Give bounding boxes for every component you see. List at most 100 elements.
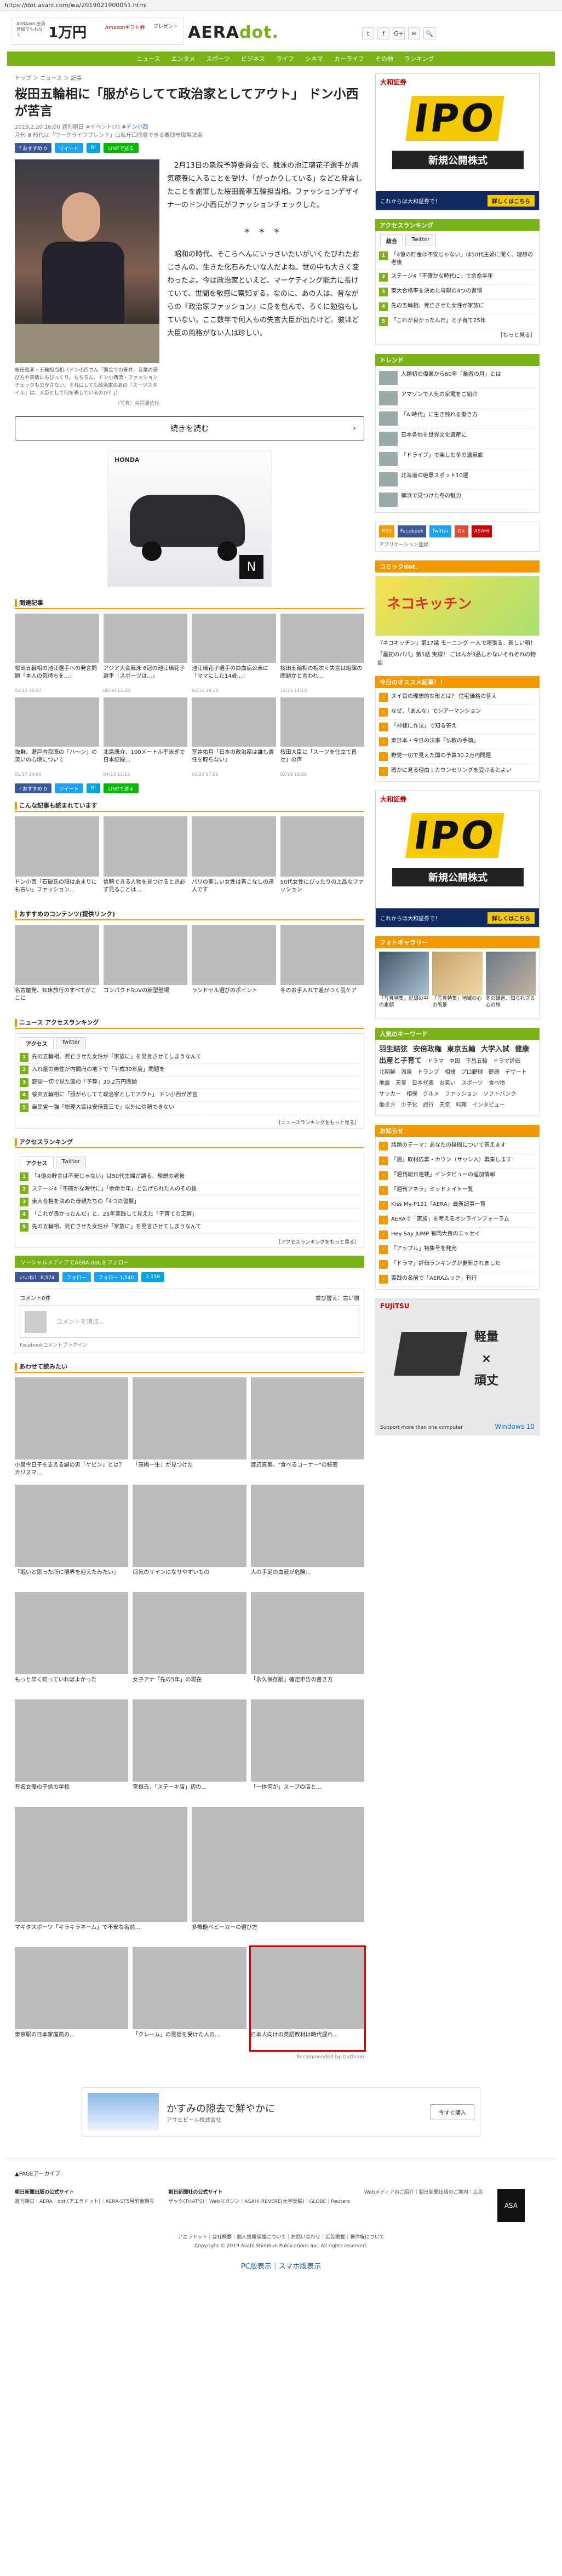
outbrain-item[interactable]: 「眠いと思った所に限界を迎えたみたい」 bbox=[15, 1485, 129, 1588]
sponsored-item[interactable]: コンパクトSUVの新型登場 bbox=[103, 925, 187, 1010]
keyword-link[interactable]: 中国 bbox=[449, 1056, 460, 1067]
tab-twitter[interactable]: Twitter bbox=[405, 234, 436, 247]
outbrain-item[interactable]: もっと早く知っていればよかった bbox=[15, 1592, 129, 1695]
keyword-link[interactable]: 東京五輪 bbox=[447, 1044, 475, 1055]
notice-item[interactable]: › 話題のテーマ：あなたの疑問について答えます bbox=[379, 1139, 536, 1154]
footer-links[interactable]: 週刊朝日｜AERA｜dot.(アエラドット)｜AERA-ST5月前後期号 bbox=[15, 2199, 154, 2206]
trend-item[interactable]: アマゾンで人気の家電をご紹介 bbox=[379, 388, 536, 409]
nav-item[interactable]: ビジネス bbox=[241, 54, 265, 63]
recommend-item[interactable]: › 確かに見る理由 | カウンセリングを受けるとよい bbox=[379, 764, 536, 779]
keyword-link[interactable]: プロ野球 bbox=[461, 1067, 483, 1078]
facebook-icon[interactable]: Facebook bbox=[397, 525, 426, 537]
ranking-item[interactable]: 4 桜田五輪相に「服がらしてて政治家としてアウト」 ドン小西が苦言 bbox=[20, 1089, 359, 1102]
read-more-button[interactable]: 続きを読む › bbox=[15, 416, 364, 440]
twitter-icon[interactable]: Twitter bbox=[429, 525, 452, 537]
related-item[interactable]: 池江璃花子選手の白血病公表に「ママにした14歳...」 02/12 18:20 bbox=[192, 614, 276, 693]
footer-links[interactable]: アエラドット｜会社概要｜個人情報保護について｜お問い合わせ｜広告掲載｜著作権につ… bbox=[15, 2233, 547, 2242]
promo-banner[interactable]: AERAdot.会員登録でもれなく 1万円 Amazonギフト券 プレゼント bbox=[12, 18, 184, 45]
tab-twitter[interactable]: Twitter bbox=[55, 1157, 87, 1169]
ipo-ad[interactable]: 大和証券 IPO 新規公開株式 これからは大和証券で！ 詳しくはこちら bbox=[375, 73, 540, 210]
notice-item[interactable]: › 「週」取材応募・カウン（サッシ入）募集します！ bbox=[379, 1154, 536, 1169]
follow-count-button[interactable]: フォロー 1,540 bbox=[94, 1272, 139, 1282]
hatena-count[interactable]: 2,156 bbox=[141, 1272, 165, 1282]
ranking-more-link[interactable]: ［アクセスランキングをもっと見る］ bbox=[15, 1236, 364, 1247]
laptop-ad[interactable]: FUJITSU 軽量 × 頑丈 Support more than one comp… bbox=[375, 1298, 540, 1435]
recommend-item[interactable]: › なぜ、「あんな」でシアーマンション bbox=[379, 705, 536, 720]
keyword-link[interactable]: スポーツ bbox=[461, 1078, 483, 1089]
notice-item[interactable]: › 「ドラマ」評価ランキングが更新されました bbox=[379, 1257, 536, 1272]
ranking-item[interactable]: 1 先の五輪相、死亡させた女性が「家族に」を発言させてしまうなんて bbox=[20, 1051, 359, 1064]
keyword-link[interactable]: 料理 bbox=[456, 1100, 467, 1111]
keyword-link[interactable]: 大学入試 bbox=[481, 1044, 509, 1055]
asahi-icon[interactable]: ASAHI bbox=[471, 525, 492, 537]
ranking-more-link[interactable]: ［ニュースランキングをもっと見る］ bbox=[15, 1117, 364, 1128]
keyword-link[interactable]: 健康 bbox=[489, 1067, 500, 1078]
outbrain-item[interactable]: 「高嶋一生」が見つけた bbox=[133, 1377, 246, 1480]
notice-item[interactable]: › Kiss My-P121「AERA」最新記事一覧 bbox=[379, 1198, 536, 1213]
article-tag[interactable]: #ドン小西 bbox=[122, 124, 148, 130]
related-item[interactable]: 抜群、瀬戸内寂聴の「ハ～ン」の笑いの心境について 01/17 14:00 bbox=[15, 697, 99, 777]
facebook-share-button[interactable]: f おすすめ 0 bbox=[15, 783, 51, 793]
nav-item[interactable]: ライフ bbox=[276, 54, 294, 63]
keyword-link[interactable]: 旅行 bbox=[423, 1100, 434, 1111]
car-ad[interactable]: HONDA N bbox=[107, 450, 272, 587]
ranking-item[interactable]: 5 先の五輪相、死亡させた女性が「家族に」を発言させてしまうなんて bbox=[20, 1221, 359, 1234]
line-button[interactable]: LINEで送る bbox=[104, 783, 139, 793]
comic-banner[interactable]: ネコキッチン bbox=[375, 576, 540, 636]
comic-item[interactable]: 「最初のパパ」第5話 実録！ ごはんが3品しかないそれぞれの物語 bbox=[375, 651, 540, 667]
ranking-item[interactable]: 2 入れ墨の男性が内閣府の地下で「平成30年度」問題を bbox=[20, 1064, 359, 1077]
ranking-item[interactable]: 5 自民党一強「総理大臣は安倍晋三で」以外に信頼できない bbox=[20, 1102, 359, 1114]
ranking-item[interactable]: 2 ステージ4「不確かな時代に」で余命半年 bbox=[379, 270, 536, 285]
comic-item[interactable]: 『ネコキッチン』第17話 モーニング 一人で頑張る、新しい朝！ bbox=[375, 639, 540, 648]
pc-sp-switch[interactable]: PC版表示｜スマホ版表示 bbox=[15, 2260, 547, 2271]
footer-links[interactable]: ザッツ(THAT'S)｜Webマガジン｜ASAHI REVERE(大学受験)｜G… bbox=[168, 2199, 349, 2206]
hatena-button[interactable]: B! bbox=[86, 143, 101, 153]
related-item[interactable]: 北島康介、100メートル平泳ぎで日本記録... 04/13 11:12 bbox=[103, 697, 187, 777]
ranking-item[interactable]: 2 ステージ4「不確かな時代に」「余命半年」と告げられた人のその後 bbox=[20, 1183, 359, 1196]
comment-plugin-label[interactable]: Facebookコメントプラグイン bbox=[20, 1341, 359, 1348]
nav-item[interactable]: ニュース bbox=[136, 54, 160, 63]
keyword-link[interactable]: お笑い bbox=[439, 1078, 456, 1089]
trend-item[interactable]: 「ドライブ」で楽しむ冬の温泉旅 bbox=[379, 449, 536, 470]
trend-item[interactable]: 人類初の偉業から60年「業者の月」とは bbox=[379, 368, 536, 388]
outbrain-item[interactable]: マキタスポーツ「キラキラネーム」で不安な名前... bbox=[15, 1807, 187, 1943]
tab-access[interactable]: アクセス bbox=[20, 1157, 54, 1169]
tweet-button[interactable]: ツイート bbox=[54, 783, 83, 793]
ranking-item[interactable]: 4 先の五輪相、死亡させた女性が家族に bbox=[379, 300, 536, 314]
nav-item[interactable]: エンタメ bbox=[171, 54, 195, 63]
keyword-link[interactable]: 食べ物 bbox=[489, 1078, 505, 1089]
outbrain-item[interactable]: 人の手足の血液が危険... bbox=[250, 1485, 364, 1588]
outbrain-item[interactable]: 多機能ベビーカーの選び方 bbox=[192, 1807, 364, 1943]
breadcrumb[interactable]: トップ ＞ ニュース ＞ 記事 bbox=[15, 73, 364, 82]
nav-item[interactable]: ランキング bbox=[404, 54, 434, 63]
notice-item[interactable]: › 「週刊朝日連載」インタビューの追加情報 bbox=[379, 1169, 536, 1183]
keyword-link[interactable]: 相撲 bbox=[445, 1067, 456, 1078]
nav-item[interactable]: シネマ bbox=[305, 54, 323, 63]
comment-input[interactable]: コメントを追加... bbox=[20, 1305, 359, 1338]
keyword-link[interactable]: 出産と子育て bbox=[379, 1056, 422, 1067]
sponsored-item[interactable]: 冬のお手入れで差がつく肌ケア bbox=[280, 925, 364, 1010]
keyword-link[interactable]: 北朝鮮 bbox=[379, 1067, 395, 1078]
keyword-link[interactable]: 働き方 bbox=[379, 1100, 395, 1111]
nav-item[interactable]: カーライフ bbox=[334, 54, 364, 63]
keyword-link[interactable]: 天気 bbox=[439, 1100, 450, 1111]
notice-item[interactable]: › Hey Say JUMP 有岡大貴のエッセイ bbox=[379, 1228, 536, 1243]
keyword-link[interactable]: 安倍政権 bbox=[413, 1044, 441, 1055]
tab-access[interactable]: アクセス bbox=[20, 1037, 54, 1049]
ranking-item[interactable]: 3 野党一切で見た国の「予算」30.2万円問題 bbox=[20, 1077, 359, 1089]
keyword-link[interactable]: デザート bbox=[505, 1067, 527, 1078]
sponsored-item[interactable]: ランドセル選びのポイント bbox=[192, 925, 276, 1010]
recommend-item[interactable]: 50代女性にぴったりの上品なファッション bbox=[280, 816, 364, 902]
keyword-link[interactable]: ソフトバンク bbox=[483, 1089, 517, 1100]
twitter-icon[interactable]: t bbox=[362, 27, 374, 39]
outbrain-label[interactable]: Recommended by Outbrain bbox=[15, 2054, 364, 2060]
keyword-link[interactable]: グルメ bbox=[423, 1089, 439, 1100]
sponsored-item[interactable]: 名古屋発、知床旅行のすべてがここに bbox=[15, 925, 99, 1010]
facebook-icon[interactable]: f bbox=[377, 27, 389, 39]
ranking-item[interactable]: 1 「4億の貯金は不安じゃない」は50代主婦が語る、理想の老後 bbox=[20, 1171, 359, 1183]
keyword-link[interactable]: 健康 bbox=[515, 1044, 529, 1055]
related-item[interactable]: 桜田大臣に「スーツを仕立て直せ」の声 02/19 16:00 bbox=[280, 697, 364, 777]
more-link[interactable]: ［もっと見る］ bbox=[379, 329, 536, 342]
notice-item[interactable]: › 「週刊アネラ」ミッドナイト一覧 bbox=[379, 1183, 536, 1198]
mail-icon[interactable]: ✉ bbox=[408, 27, 420, 39]
